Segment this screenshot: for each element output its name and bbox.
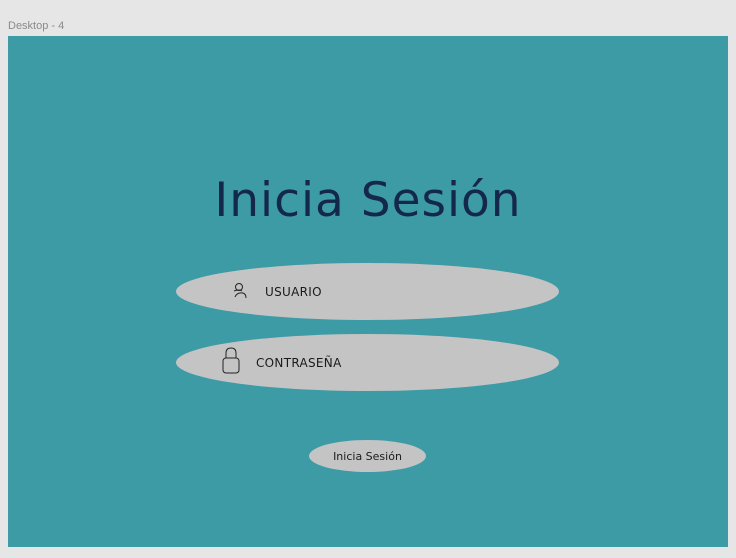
login-button[interactable]: Inicia Sesión [309,440,426,472]
password-field[interactable]: CONTRASEÑA [176,334,559,391]
user-icon [231,281,249,303]
password-label: CONTRASEÑA [256,355,342,370]
lock-icon [221,346,241,379]
username-field[interactable]: USUARIO [176,263,559,320]
login-frame: Inicia Sesión USUARIO CONTRASEÑA Inicia … [8,36,728,547]
page-title: Inicia Sesión [214,173,522,228]
username-label: USUARIO [265,284,322,299]
frame-label: Desktop - 4 [8,20,65,32]
